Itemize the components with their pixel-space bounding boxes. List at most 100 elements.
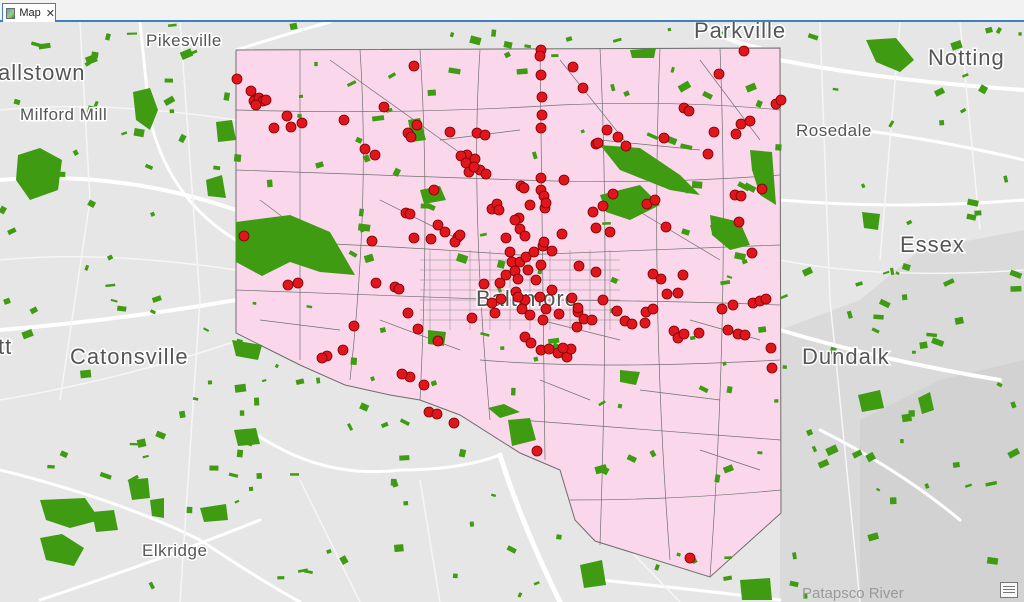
- point-feature[interactable]: [489, 307, 501, 319]
- point-feature[interactable]: [454, 229, 466, 241]
- point-feature[interactable]: [611, 305, 623, 317]
- point-feature[interactable]: [411, 119, 423, 131]
- point-feature[interactable]: [647, 303, 659, 315]
- point-feature[interactable]: [607, 188, 619, 200]
- point-feature[interactable]: [519, 230, 531, 242]
- point-feature[interactable]: [765, 342, 777, 354]
- point-feature[interactable]: [316, 352, 328, 364]
- point-feature[interactable]: [684, 552, 696, 564]
- point-feature[interactable]: [404, 208, 416, 220]
- point-feature[interactable]: [672, 287, 684, 299]
- point-feature[interactable]: [601, 124, 613, 136]
- point-feature[interactable]: [512, 273, 524, 285]
- point-feature[interactable]: [536, 109, 548, 121]
- point-feature[interactable]: [418, 379, 430, 391]
- point-feature[interactable]: [702, 148, 714, 160]
- tab-map[interactable]: Map ✕: [2, 3, 56, 22]
- point-feature[interactable]: [444, 126, 456, 138]
- point-feature[interactable]: [658, 132, 670, 144]
- map-canvas[interactable]: Pikesville Parkville allstown Notting Mi…: [0, 22, 1024, 602]
- point-feature[interactable]: [535, 122, 547, 134]
- point-feature[interactable]: [509, 214, 521, 226]
- point-feature[interactable]: [744, 115, 756, 127]
- point-feature[interactable]: [735, 190, 747, 202]
- point-feature[interactable]: [571, 321, 583, 333]
- point-feature[interactable]: [495, 293, 507, 305]
- point-feature[interactable]: [359, 143, 371, 155]
- point-feature[interactable]: [338, 114, 350, 126]
- point-feature[interactable]: [586, 314, 598, 326]
- point-feature[interactable]: [524, 309, 536, 321]
- point-feature[interactable]: [500, 269, 512, 281]
- point-feature[interactable]: [735, 118, 747, 130]
- point-feature[interactable]: [597, 294, 609, 306]
- point-feature[interactable]: [540, 303, 552, 315]
- point-feature[interactable]: [573, 260, 585, 272]
- point-feature[interactable]: [535, 259, 547, 271]
- point-feature[interactable]: [522, 264, 534, 276]
- point-feature[interactable]: [245, 85, 257, 97]
- point-feature[interactable]: [534, 291, 546, 303]
- point-feature[interactable]: [504, 246, 516, 258]
- point-feature[interactable]: [775, 94, 787, 106]
- point-feature[interactable]: [546, 245, 558, 257]
- point-feature[interactable]: [534, 50, 546, 62]
- point-feature[interactable]: [566, 292, 578, 304]
- point-feature[interactable]: [730, 128, 742, 140]
- point-feature[interactable]: [518, 182, 530, 194]
- point-feature[interactable]: [746, 247, 758, 259]
- point-feature[interactable]: [348, 320, 360, 332]
- point-feature[interactable]: [557, 342, 569, 354]
- point-feature[interactable]: [556, 228, 568, 240]
- point-feature[interactable]: [727, 299, 739, 311]
- point-feature[interactable]: [538, 236, 550, 248]
- point-feature[interactable]: [493, 204, 505, 216]
- point-feature[interactable]: [480, 168, 492, 180]
- close-icon[interactable]: ✕: [46, 7, 55, 20]
- point-feature[interactable]: [268, 122, 280, 134]
- point-feature[interactable]: [393, 283, 405, 295]
- point-feature[interactable]: [553, 308, 565, 320]
- point-feature[interactable]: [537, 314, 549, 326]
- point-feature[interactable]: [285, 121, 297, 133]
- point-feature[interactable]: [677, 269, 689, 281]
- point-feature[interactable]: [567, 61, 579, 73]
- point-feature[interactable]: [626, 318, 638, 330]
- point-feature[interactable]: [281, 110, 293, 122]
- point-feature[interactable]: [408, 232, 420, 244]
- point-feature[interactable]: [525, 337, 537, 349]
- point-feature[interactable]: [408, 60, 420, 72]
- point-feature[interactable]: [716, 303, 728, 315]
- point-feature[interactable]: [661, 288, 673, 300]
- point-feature[interactable]: [592, 137, 604, 149]
- point-feature[interactable]: [468, 161, 480, 173]
- point-feature[interactable]: [530, 274, 542, 286]
- point-feature[interactable]: [486, 297, 498, 309]
- point-feature[interactable]: [524, 199, 536, 211]
- point-feature[interactable]: [405, 131, 417, 143]
- point-feature[interactable]: [531, 445, 543, 457]
- point-feature[interactable]: [678, 328, 690, 340]
- point-feature[interactable]: [292, 277, 304, 289]
- point-feature[interactable]: [231, 73, 243, 85]
- point-feature[interactable]: [590, 266, 602, 278]
- point-feature[interactable]: [739, 329, 751, 341]
- point-feature[interactable]: [620, 140, 632, 152]
- point-feature[interactable]: [756, 183, 768, 195]
- point-feature[interactable]: [479, 129, 491, 141]
- point-feature[interactable]: [412, 323, 424, 335]
- point-feature[interactable]: [655, 273, 667, 285]
- point-feature[interactable]: [238, 230, 250, 242]
- point-feature[interactable]: [546, 284, 558, 296]
- point-feature[interactable]: [378, 101, 390, 113]
- point-feature[interactable]: [766, 362, 778, 374]
- point-feature[interactable]: [639, 317, 651, 329]
- point-feature[interactable]: [738, 45, 750, 57]
- point-feature[interactable]: [282, 279, 294, 291]
- point-feature[interactable]: [612, 131, 624, 143]
- point-feature[interactable]: [296, 117, 308, 129]
- point-feature[interactable]: [478, 278, 490, 290]
- point-feature[interactable]: [369, 149, 381, 161]
- point-feature[interactable]: [337, 344, 349, 356]
- point-feature[interactable]: [693, 327, 705, 339]
